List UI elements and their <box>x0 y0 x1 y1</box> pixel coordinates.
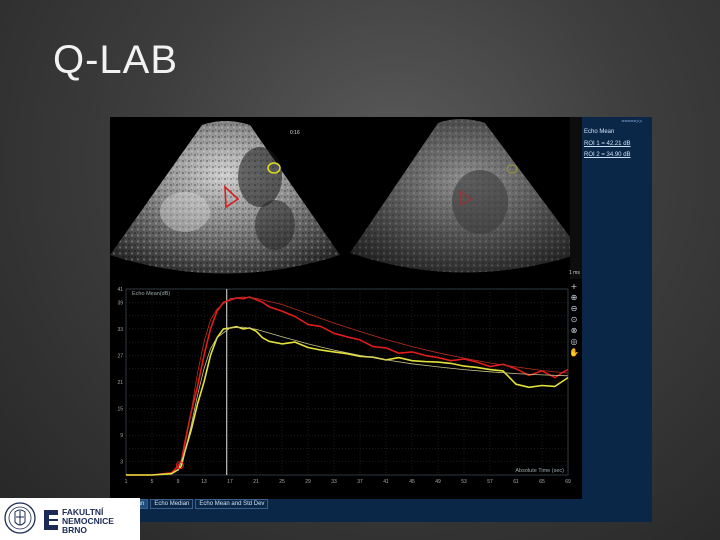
panel-collapse-arrow[interactable]: =====>> <box>584 119 642 127</box>
ultrasound-svg: 0:16 <box>110 119 582 274</box>
x-tick-label: 17 <box>227 479 233 485</box>
x-tick-label: 45 <box>409 479 415 485</box>
tab-echo-mean-std-dev[interactable]: Echo Mean and Std Dev <box>195 499 269 509</box>
y-tick-label: 3 <box>120 460 123 466</box>
ultrasound-images: 0:16 <box>110 117 582 279</box>
x-tick-label: 29 <box>305 479 311 485</box>
y-tick-label: 21 <box>117 380 123 386</box>
x-tick-label: 1 <box>125 479 128 485</box>
y-tick-label: 33 <box>117 327 123 333</box>
chart-tool-strip: + ⊕ ⊖ ⊙ ⊗ ◎ ✋ <box>567 281 581 371</box>
hospital-logo-block: FAKULTNÍ NEMOCNICE BRNO <box>0 498 140 540</box>
fnbrno-mark-icon <box>44 510 58 530</box>
roi-side-panel: =====>> Echo Mean ROI 1 = 42.21 dB ROI 2… <box>582 117 652 522</box>
y-tick-label: 15 <box>117 407 123 413</box>
x-tick-label: 53 <box>461 479 467 485</box>
y-axis-label: Echo Mean(dB) <box>132 291 170 297</box>
roi2-value[interactable]: ROI 2 = 34.90 dB <box>584 152 631 158</box>
bottom-status-bar <box>110 509 582 522</box>
pan-hand-icon[interactable]: ✋ <box>569 348 579 358</box>
add-icon[interactable]: + <box>569 282 579 292</box>
image-scroll-strip[interactable] <box>570 117 582 279</box>
zoom-region-icon[interactable]: ⊗ <box>569 326 579 336</box>
roi1-value[interactable]: ROI 1 = 42.21 dB <box>584 141 631 147</box>
x-tick-label: 65 <box>539 479 545 485</box>
tab-echo-median[interactable]: Echo Median <box>150 499 194 509</box>
zoom-in-icon[interactable]: ⊕ <box>569 293 579 303</box>
qlab-viewer: 0:16 3 9 15 21 27 33 39 41 1 5 9 13 17 21 25 29 33 37 41 45… <box>110 117 652 522</box>
x-tick-label: 21 <box>253 479 259 485</box>
x-axis-label: Absolute Time (sec) <box>515 468 564 474</box>
university-seal-icon <box>4 502 36 534</box>
ultrasound-right-sector <box>350 119 582 273</box>
slide-title: Q-LAB <box>53 38 179 82</box>
hospital-name-text: FAKULTNÍ NEMOCNICE BRNO <box>62 507 114 535</box>
y-tick-label: 41 <box>117 287 123 293</box>
x-tick-label: 57 <box>487 479 493 485</box>
x-tick-label: 37 <box>357 479 363 485</box>
chart-tabs: Echo Mean Echo Median Echo Mean and Std … <box>110 499 582 509</box>
zoom-out-icon[interactable]: ⊖ <box>569 304 579 314</box>
reset-icon[interactable]: ◎ <box>569 337 579 347</box>
y-tick-label: 27 <box>117 353 123 359</box>
x-tick-label: 49 <box>435 479 441 485</box>
x-tick-label: 25 <box>279 479 285 485</box>
x-tick-label: 61 <box>513 479 519 485</box>
panel-title: Echo Mean <box>584 129 615 135</box>
y-tick-label: 9 <box>120 433 123 439</box>
x-tick-label: 13 <box>201 479 207 485</box>
x-tick-label: 5 <box>151 479 154 485</box>
x-tick-label: 33 <box>331 479 337 485</box>
hospital-name: FAKULTNÍ NEMOCNICE BRNO <box>62 508 134 535</box>
time-readout: 1 ms <box>569 270 580 276</box>
x-tick-label: 69 <box>565 479 571 485</box>
zoom-fit-icon[interactable]: ⊙ <box>569 315 579 325</box>
x-tick-label: 9 <box>177 479 180 485</box>
x-tick-label: 41 <box>383 479 389 485</box>
echo-mean-chart: 391521273339411 5 9 13 17 21 25 29 33 37 41 45 49 53 5… <box>110 279 582 499</box>
ultrasound-timestamp: 0:16 <box>290 130 300 136</box>
y-tick-label: 39 <box>117 300 123 306</box>
